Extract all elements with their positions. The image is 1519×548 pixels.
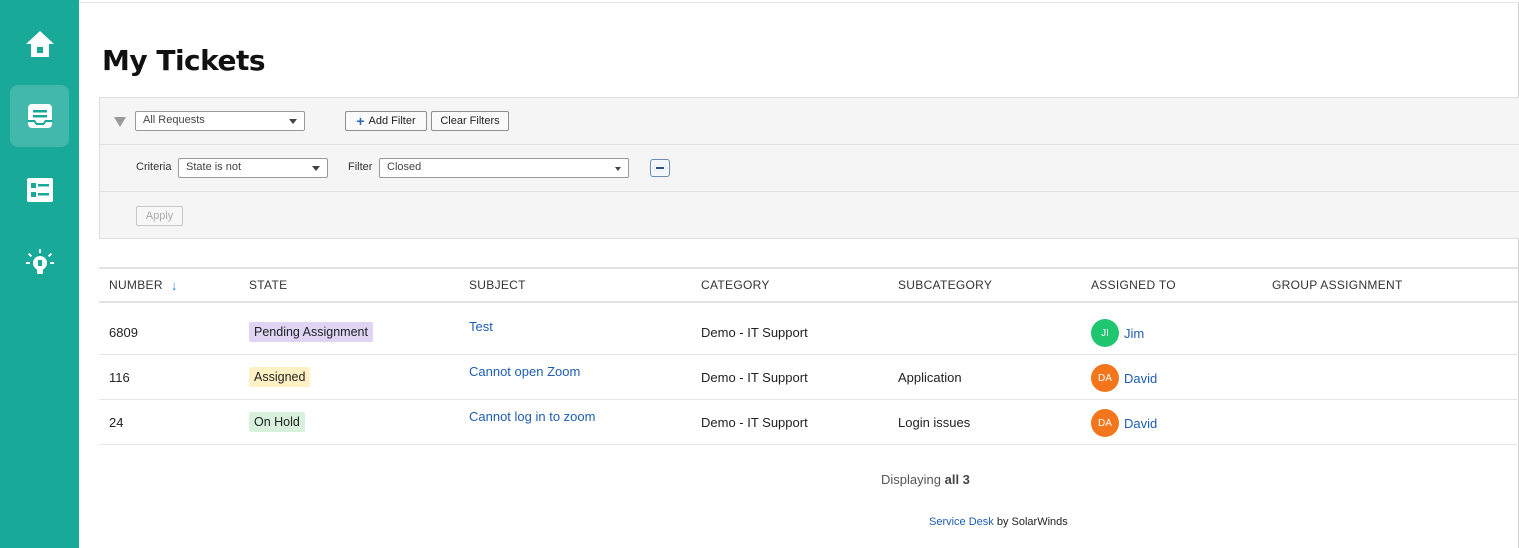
- ticket-subject-link[interactable]: Cannot open Zoom: [469, 364, 580, 379]
- nav-ideas[interactable]: [10, 233, 69, 295]
- results-count-value: all 3: [944, 472, 970, 487]
- chevron-down-icon: [312, 166, 320, 171]
- sort-descending-icon[interactable]: ↓: [171, 278, 178, 293]
- filter-row-apply: Apply: [100, 192, 1519, 239]
- table-row[interactable]: 116 Assigned Cannot open Zoom Demo - IT …: [99, 355, 1519, 400]
- column-header-state[interactable]: STATE: [249, 278, 287, 292]
- footer: Service Desk by SolarWinds: [929, 516, 1068, 528]
- ticket-inbox-icon: [24, 100, 56, 132]
- column-header-group-assignment[interactable]: GROUP ASSIGNMENT: [1272, 278, 1403, 292]
- view-select[interactable]: All Requests: [135, 111, 305, 131]
- top-divider: [79, 2, 1519, 3]
- filter-row-criteria: Criteria State is not Filter Closed: [100, 145, 1519, 192]
- avatar: DA: [1091, 364, 1119, 392]
- minus-icon: [656, 167, 664, 169]
- clear-filters-button[interactable]: Clear Filters: [431, 111, 509, 131]
- service-desk-link[interactable]: Service Desk: [929, 516, 994, 528]
- criteria-select[interactable]: State is not: [178, 158, 328, 178]
- assignee-link[interactable]: Jim: [1124, 326, 1144, 341]
- view-select-value: All Requests: [143, 114, 205, 126]
- ticket-category: Demo - IT Support: [701, 325, 808, 340]
- status-badge: Pending Assignment: [249, 322, 373, 342]
- column-header-subject[interactable]: SUBJECT: [469, 278, 526, 292]
- assignee-link[interactable]: David: [1124, 371, 1157, 386]
- ticket-number: 6809: [109, 325, 138, 340]
- nav-tickets[interactable]: [10, 85, 69, 147]
- lightbulb-icon: [23, 247, 57, 281]
- avatar: DA: [1091, 409, 1119, 437]
- footer-suffix: by SolarWinds: [996, 516, 1068, 528]
- page-title: My Tickets: [102, 44, 266, 77]
- table-row[interactable]: 24 On Hold Cannot log in to zoom Demo - …: [99, 400, 1519, 445]
- ticket-subcategory: Application: [898, 370, 962, 385]
- status-badge: On Hold: [249, 412, 305, 432]
- sidebar: [0, 0, 79, 548]
- apply-label: Apply: [145, 210, 174, 222]
- ticket-number: 24: [109, 415, 124, 430]
- nav-catalog[interactable]: [10, 159, 69, 221]
- ticket-category: Demo - IT Support: [701, 370, 808, 385]
- column-header-subcategory[interactable]: SUBCATEGORY: [898, 278, 992, 292]
- column-header-number[interactable]: NUMBER ↓: [109, 278, 178, 293]
- filter-panel: All Requests + Add Filter Clear Filters …: [99, 97, 1519, 239]
- criteria-select-value: State is not: [186, 161, 242, 173]
- ticket-number: 116: [109, 370, 130, 385]
- criteria-label: Criteria: [136, 161, 172, 173]
- home-icon: [23, 27, 57, 61]
- chevron-down-icon: [615, 167, 621, 171]
- add-filter-button[interactable]: + Add Filter: [345, 111, 427, 131]
- list-icon: [25, 175, 55, 205]
- filter-value-select[interactable]: Closed: [379, 158, 629, 178]
- ticket-subcategory: Login issues: [898, 415, 971, 430]
- nav-home[interactable]: [10, 13, 69, 75]
- chevron-down-icon: [289, 119, 297, 124]
- tickets-table: NUMBER ↓ STATE SUBJECT CATEGORY SUBCATEGO…: [99, 267, 1519, 445]
- column-header-assigned-to[interactable]: ASSIGNED TO: [1091, 278, 1176, 292]
- ticket-subject-link[interactable]: Cannot log in to zoom: [469, 409, 595, 424]
- add-filter-label: Add Filter: [368, 115, 416, 127]
- filter-value-select-value: Closed: [387, 161, 422, 173]
- filter-label: Filter: [348, 161, 373, 173]
- table-header: NUMBER ↓ STATE SUBJECT CATEGORY SUBCATEGO…: [99, 267, 1519, 303]
- table-row[interactable]: 6809 Pending Assignment Test Demo - IT S…: [99, 303, 1519, 355]
- results-count-prefix: Displaying: [881, 472, 941, 487]
- avatar: JI: [1091, 319, 1119, 347]
- remove-criteria-button[interactable]: [650, 159, 670, 177]
- apply-button[interactable]: Apply: [136, 206, 183, 226]
- filter-row-view: All Requests + Add Filter Clear Filters: [100, 98, 1519, 145]
- plus-icon: +: [356, 112, 365, 129]
- clear-filters-label: Clear Filters: [440, 115, 500, 127]
- ticket-subject-link[interactable]: Test: [469, 319, 493, 334]
- assignee-link[interactable]: David: [1124, 416, 1157, 431]
- collapse-toggle-icon[interactable]: [114, 117, 126, 127]
- status-badge: Assigned: [249, 367, 311, 387]
- column-header-category[interactable]: CATEGORY: [701, 278, 770, 292]
- results-count: Displaying all 3: [881, 472, 970, 487]
- ticket-category: Demo - IT Support: [701, 415, 808, 430]
